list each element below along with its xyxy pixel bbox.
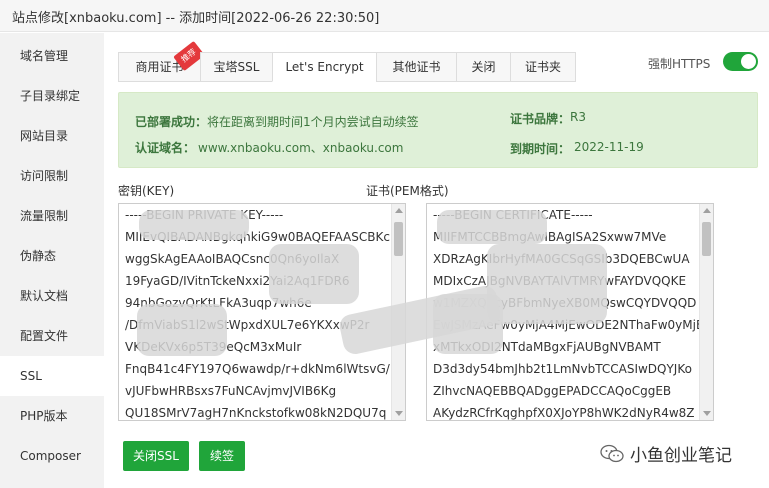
scroll-up-icon[interactable] — [395, 208, 403, 213]
toggle-knob — [741, 54, 756, 69]
cert-line: ZIhvcNAQEBBQADggEPADCCAQoCggEB — [433, 384, 672, 398]
cert-line: D3d3dy54bmJhb2t1LmNvbTCCASIwDQYJKo — [433, 362, 692, 376]
redaction-blur — [139, 210, 249, 240]
tab-lets-encrypt[interactable]: Let's Encrypt — [272, 52, 376, 82]
key-line: QU18SMrV7agH7nKnckstofkw08kN2DQU7q — [125, 406, 387, 420]
key-label: 密钥(KEY) — [118, 184, 175, 198]
domain-value: www.xnbaoku.com、xnbaoku.com — [198, 141, 404, 155]
sidebar-item-domain[interactable]: 域名管理 — [0, 36, 104, 76]
sidebar-item-site-dir[interactable]: 网站目录 — [0, 116, 104, 156]
sidebar-item-rewrite[interactable]: 伪静态 — [0, 236, 104, 276]
tab-label: 其他证书 — [392, 60, 441, 74]
redaction-blur — [437, 210, 547, 244]
tab-label: 关闭 — [471, 60, 496, 74]
brand-label: 证书品牌： — [510, 112, 571, 126]
tab-close[interactable]: 关闭 — [456, 52, 510, 82]
brand-value: R3 — [570, 110, 586, 124]
sidebar-item-php-version[interactable]: PHP版本 — [0, 396, 104, 436]
expire-value: 2022-11-19 — [574, 140, 644, 154]
wechat-icon — [600, 444, 624, 463]
tab-other-cert[interactable]: 其他证书 — [376, 52, 456, 82]
sidebar-item-default-doc[interactable]: 默认文档 — [0, 276, 104, 316]
close-ssl-button[interactable]: 关闭SSL — [123, 441, 189, 471]
watermark-text: 小鱼创业笔记 — [630, 446, 732, 466]
sidebar-item-ssl[interactable]: SSL — [0, 356, 104, 396]
tab-bt-ssl[interactable]: 宝塔SSL — [200, 52, 272, 82]
window-title: 站点修改[xnbaoku.com] -- 添加时间[2022-06-26 22:… — [12, 11, 380, 26]
scroll-down-icon[interactable] — [703, 411, 711, 416]
sidebar-item-traffic-limit[interactable]: 流量限制 — [0, 196, 104, 236]
cert-line: AKydzRCfrKqghpfX0XJoYP8hWK2dNyR4w8Z — [433, 406, 695, 420]
expire-label: 到期时间： — [510, 142, 571, 156]
key-line: FnqB41c4FY197Q6wawdp/r+dkNm6lWtsvG/ — [125, 362, 390, 376]
scroll-thumb[interactable] — [702, 222, 711, 256]
sidebar-item-subdir[interactable]: 子目录绑定 — [0, 76, 104, 116]
sidebar-item-access-limit[interactable]: 访问限制 — [0, 156, 104, 196]
sidebar-item-config[interactable]: 配置文件 — [0, 316, 104, 356]
force-https-toggle[interactable] — [723, 52, 758, 71]
tab-label: Let's Encrypt — [285, 60, 364, 74]
tab-label: 宝塔SSL — [213, 60, 260, 74]
tab-label: 证书夹 — [524, 60, 561, 74]
sidebar: 域名管理 子目录绑定 网站目录 访问限制 流量限制 伪静态 默认文档 配置文件 … — [0, 33, 104, 488]
scroll-thumb[interactable] — [394, 222, 403, 256]
cert-scrollbar[interactable] — [699, 204, 713, 420]
ssl-info-panel: 已部署成功： 将在距离到期时间1个月内尝试自动续签 认证域名： www.xnba… — [118, 92, 758, 168]
key-line: vJUFbwHRBsxs7FuNCAvjmvJVIB6Kg — [125, 384, 337, 398]
scroll-up-icon[interactable] — [703, 208, 711, 213]
deployed-value: 将在距离到期时间1个月内尝试自动续签 — [207, 115, 419, 129]
redaction-blur — [487, 244, 607, 324]
window-titlebar: 站点修改[xnbaoku.com] -- 添加时间[2022-06-26 22:… — [0, 0, 769, 32]
force-https-label: 强制HTTPS — [648, 57, 711, 71]
tab-commercial-cert[interactable]: 商用证书 推荐 — [118, 40, 205, 82]
scroll-down-icon[interactable] — [395, 411, 403, 416]
sidebar-item-composer[interactable]: Composer — [0, 436, 104, 476]
renew-button[interactable]: 续签 — [199, 441, 245, 471]
redaction-blur — [269, 244, 359, 304]
cert-label: 证书(PEM格式) — [366, 184, 449, 198]
domain-label: 认证域名： — [135, 141, 196, 155]
deployed-label: 已部署成功： — [135, 115, 208, 129]
redaction-blur — [137, 304, 227, 356]
tab-cert-folder[interactable]: 证书夹 — [510, 52, 576, 82]
